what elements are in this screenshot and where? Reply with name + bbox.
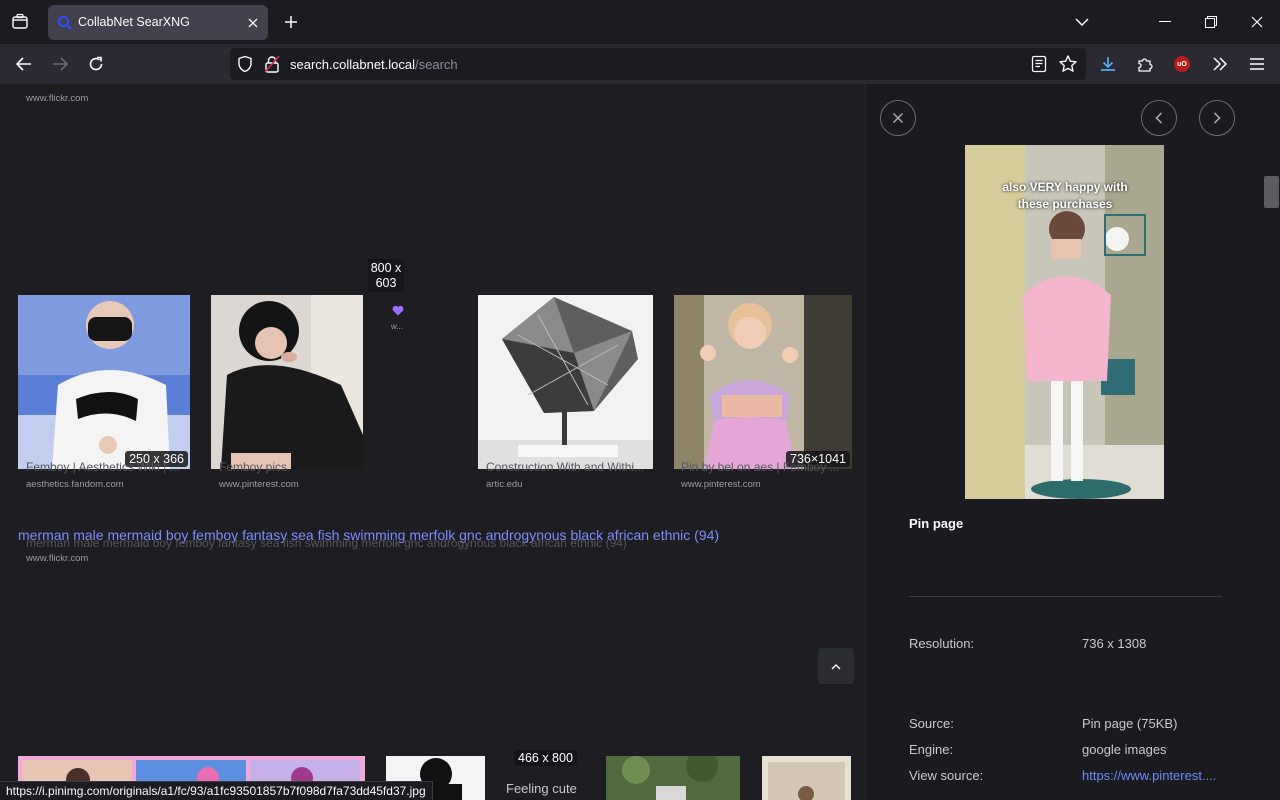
result-image-3[interactable] [478,295,653,469]
result-image-1[interactable]: 250 x 366 [18,295,190,469]
previous-image-button[interactable] [1141,100,1177,136]
minimize-icon[interactable] [1142,0,1188,44]
restore-icon[interactable] [1188,0,1234,44]
ublock-badge: uO [1174,56,1190,72]
chevron-right-icon [1213,112,1221,124]
result-title[interactable]: Femboy pics [219,460,287,474]
result-image-4[interactable]: 736×1041 [674,295,852,469]
new-tab-plus-icon[interactable] [280,11,302,33]
result-title[interactable]: Femboy | Aesthetics Wiki | ... [26,460,180,474]
tab-close-icon[interactable] [244,14,262,32]
result-title[interactable]: Construction With and Withi... [486,460,644,474]
detail-image[interactable]: also VERY happy with these purchases [965,145,1164,499]
close-detail-button[interactable] [880,100,916,136]
downloads-icon[interactable] [1098,54,1118,74]
close-window-icon[interactable] [1234,0,1280,44]
more-tools-chevrons-icon[interactable] [1210,54,1230,74]
result-image-2[interactable] [211,295,363,469]
ublock-origin-icon[interactable]: uO [1172,54,1192,74]
image-dimensions-badge: 466 x 800 [514,750,577,766]
thumbnail-photo-icon [762,756,851,800]
result-title[interactable]: Pin by bel on aes | Femboy ... [681,460,840,474]
result-domain[interactable]: www.flickr.com [26,553,88,564]
detail-image-caption: also VERY happy with these purchases [1002,180,1128,211]
result-heading-title: merman male mermaid boy femboy fantasy s… [26,536,627,550]
url-text[interactable]: search.collabnet.local/search [290,57,458,72]
tab-list-icon[interactable] [8,10,32,34]
chevron-left-icon [1155,112,1163,124]
engine-label: Engine: [909,742,954,757]
result-title-clipped [26,84,676,86]
extensions-puzzle-icon[interactable] [1135,54,1155,74]
bookmark-star-icon[interactable] [1058,54,1078,74]
back-arrow-icon[interactable] [12,52,36,76]
resolution-label: Resolution: [909,636,975,651]
thumbnail-photo-icon [18,295,190,469]
app-menu-hamburger-icon[interactable] [1247,54,1267,74]
source-value: Pin page (75KB) [1082,716,1178,731]
searxng-favicon-icon [58,16,72,30]
tab-bar: CollabNet SearXNG [0,0,1280,44]
forward-arrow-icon[interactable] [48,52,72,76]
results-area: www.flickr.com 800 x 603 250 x 366 Fembo… [0,84,865,800]
reload-icon[interactable] [84,52,108,76]
result-domain[interactable]: w... [391,322,403,331]
status-bar-link-preview: https://i.pinimg.com/originals/a1/fc/93/… [0,781,433,800]
chevron-up-icon [831,663,841,669]
detail-divider [909,596,1222,597]
close-icon [893,113,903,123]
result-title[interactable]: Feeling cute [506,781,577,796]
list-all-tabs-chevron-icon[interactable] [1071,12,1093,32]
url-path: /search [415,57,458,72]
result-image-8[interactable] [762,756,851,800]
detail-title: Pin page [909,516,964,531]
view-source-label: View source: [909,768,984,783]
thumbnail-photo-icon [211,295,363,469]
thumbnail-photo-icon [674,295,852,469]
result-image-7[interactable] [606,756,740,800]
tab-searxng[interactable]: CollabNet SearXNG [48,5,268,40]
shield-icon[interactable] [236,55,254,73]
heart-icon [392,305,404,316]
next-image-button[interactable] [1199,100,1235,136]
tab-title: CollabNet SearXNG [78,15,190,29]
result-domain[interactable]: www.flickr.com [26,93,88,104]
result-domain[interactable]: aesthetics.fandom.com [26,479,124,490]
thumbnail-photo-icon [478,295,653,469]
source-label: Source: [909,716,954,731]
view-source-link[interactable]: https://www.pinterest.... [1082,768,1216,783]
scroll-to-top-button[interactable] [818,648,854,684]
result-domain[interactable]: www.pinterest.com [219,479,299,490]
address-bar[interactable]: search.collabnet.local/search [230,48,1086,80]
url-host: search.collabnet.local [290,57,416,72]
dimension-tooltip: 800 x 603 [368,259,404,292]
page-scrollbar[interactable] [1263,84,1280,800]
engine-value: google images [1082,742,1167,757]
thumbnail-photo-icon [606,756,740,800]
image-detail-panel: also VERY happy with these purchases Pin… [865,84,1263,800]
scrollbar-thumb[interactable] [1264,176,1279,208]
result-domain[interactable]: artic.edu [486,479,522,490]
reader-view-icon[interactable] [1030,55,1048,73]
resolution-value: 736 x 1308 [1082,636,1147,651]
insecure-lock-icon[interactable] [264,55,280,73]
navigation-bar: search.collabnet.local/search uO [0,44,1280,84]
result-domain[interactable]: www.pinterest.com [681,479,761,490]
